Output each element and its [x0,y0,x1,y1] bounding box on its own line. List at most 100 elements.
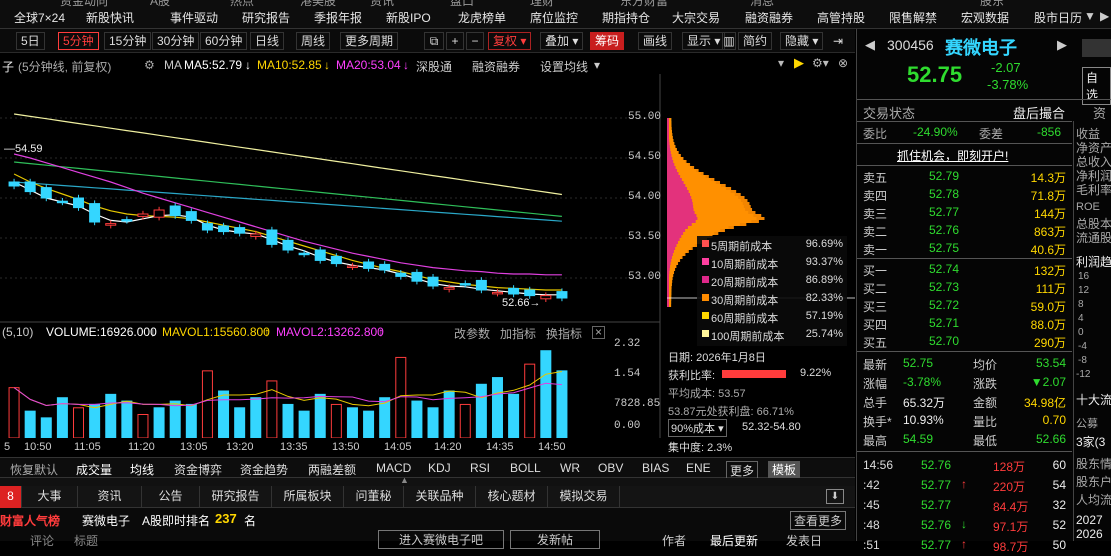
draw-line-button[interactable]: 画线 [638,32,673,50]
menu-partial-2[interactable]: 热点 [230,0,254,9]
tab-ene[interactable]: ENE [686,461,711,475]
zoom-out-icon[interactable]: − [466,32,484,50]
menu-partial-7[interactable]: 东方财富 [620,0,668,9]
zoom-in-icon[interactable]: + [446,32,464,50]
order-book-row[interactable]: 卖二 52.76 863万 [857,221,1072,239]
collapse-right-icon[interactable]: ⇥ [828,32,848,50]
cost-percent-select[interactable]: 90%成本 ▾ [668,419,727,437]
tab-obv[interactable]: OBV [598,461,623,475]
order-book-row[interactable]: 卖三 52.77 144万 [857,203,1072,221]
period-60min[interactable]: 60分钟 [200,32,248,50]
chip-legend-row[interactable]: 60周期前成本 57.19% [697,308,847,326]
news-tab-ask-secretary[interactable]: 问董秘 [344,486,404,508]
menu-futures-positions[interactable]: 期指持仓 [602,9,650,26]
link-shenzhen-connect[interactable]: 深股通 [416,58,452,75]
menu-partial-6[interactable]: 理财 [530,0,554,9]
order-book-row[interactable]: 卖四 52.78 71.8万 [857,185,1072,203]
menu-margin-trading[interactable]: 融资融券 [745,9,793,26]
menu-more-icon[interactable]: ▼ [1084,9,1096,23]
tab-bias[interactable]: BIAS [642,461,669,475]
copy-icon[interactable]: ⧉ [424,32,444,50]
overlay-button[interactable]: 叠加 ▾ [540,32,584,50]
news-tab-news[interactable]: 资讯 [78,486,142,508]
chips-button[interactable]: 筹码 [590,32,625,50]
news-tab-research[interactable]: 研究报告 [200,486,272,508]
menu-seat-monitor[interactable]: 席位监控 [530,9,578,26]
period-more[interactable]: 更多周期 [340,32,399,50]
menu-partial-1[interactable]: A股 [150,0,170,9]
view-more-button[interactable]: 查看更多 [790,511,847,530]
set-ma-dropdown-icon[interactable]: ▾ [594,58,600,72]
menu-partial-3[interactable]: 港美股 [300,0,336,9]
order-book-row[interactable]: 买三 52.72 59.0万 [857,296,1072,314]
chip-legend-row[interactable]: 100周期前成本 25.74% [697,326,847,344]
chip-menu-icon[interactable]: ▾ [778,56,784,70]
tab-reset-default[interactable]: 恢复默认 [10,461,58,478]
news-tab-simulate[interactable]: 模拟交易 [548,486,620,508]
open-account-promo[interactable]: 抓住机会，即刻开户! [897,147,1008,164]
chip-legend-row[interactable]: 10周期前成本 93.37% [697,254,847,272]
period-daily[interactable]: 日线 [250,32,285,50]
menu-event-driven[interactable]: 事件驱动 [170,9,218,26]
tab-fund-trend[interactable]: 资金趋势 [240,461,288,478]
adjust-button[interactable]: 复权 ▾ [488,32,532,50]
enter-forum-button[interactable]: 进入赛微电子吧 [378,530,505,549]
tab-margin-diff[interactable]: 两融差额 [308,461,356,478]
order-book-row[interactable]: 卖五 52.79 14.3万 [857,167,1072,185]
tab-wr[interactable]: WR [560,461,580,475]
order-book-row[interactable]: 买二 52.73 111万 [857,278,1072,296]
period-weekly[interactable]: 周线 [296,32,331,50]
menu-global-7x24[interactable]: 全球7×24 [14,9,65,26]
tab-kdj[interactable]: KDJ [428,461,451,475]
menu-block-trades[interactable]: 大宗交易 [672,9,720,26]
news-tab-themes[interactable]: 核心题材 [476,486,548,508]
menu-partial-9[interactable]: 股东 [980,0,1004,9]
chip-legend-row[interactable]: 30周期前成本 82.33% [697,290,847,308]
menu-research-reports[interactable]: 研究报告 [242,9,290,26]
hide-button[interactable]: 隐藏 ▾ [780,32,824,50]
menu-new-ipo[interactable]: 新股IPO [386,9,431,26]
order-book-row[interactable]: 买五 52.70 290万 [857,332,1072,350]
period-5day[interactable]: 5日 [16,32,45,50]
edit-params-link[interactable]: 改参数 [454,325,490,342]
chip-legend-row[interactable]: 5周期前成本 96.69% [697,236,847,254]
menu-stock-calendar[interactable]: 股市日历 [1034,9,1082,26]
period-15min[interactable]: 15分钟 [104,32,152,50]
menu-partial-5[interactable]: 盘口 [450,0,474,9]
splitter-arrow-icon[interactable]: ▲ [400,475,409,485]
menu-exec-holdings[interactable]: 高管持股 [817,9,865,26]
next-stock-icon[interactable]: ▶ [1057,37,1067,53]
tab-boll[interactable]: BOLL [510,461,541,475]
chip-close-icon[interactable]: ⊗ [838,56,848,70]
order-book-row[interactable]: 买四 52.71 88.0万 [857,314,1072,332]
menu-partial-8[interactable]: 消息 [750,0,774,9]
settings-gear-icon[interactable]: ⚙ [144,58,155,72]
tab-rsi[interactable]: RSI [470,461,490,475]
chip-settings-icon[interactable]: ⚙▾ [812,56,829,70]
link-set-ma[interactable]: 设置均线 [540,58,588,75]
order-book-row[interactable]: 买一 52.74 132万 [857,260,1072,278]
menu-quarterly-reports[interactable]: 季报年报 [314,9,362,26]
news-tab-announcements[interactable]: 公告 [142,486,200,508]
chip-legend-row[interactable]: 20周期前成本 86.89% [697,272,847,290]
tab-macd[interactable]: MACD [376,461,411,475]
tab-volume[interactable]: 成交量 [76,461,112,478]
menu-partial-0[interactable]: 资金动向 [60,0,108,9]
menu-macro-data[interactable]: 宏观数据 [961,9,1009,26]
switch-indicator-link[interactable]: 换指标 [546,325,582,342]
simple-mode-button[interactable]: 简约 [738,32,773,50]
add-indicator-link[interactable]: 加指标 [500,325,536,342]
display-button[interactable]: 显示 ▾ [682,32,726,50]
news-tab-events[interactable]: 大事 [22,486,78,508]
tab-ma[interactable]: 均线 [130,461,154,478]
link-margin[interactable]: 融资融券 [472,58,520,75]
splitter[interactable] [0,478,855,486]
chip-mode-icon[interactable]: ▶ [794,55,804,71]
tab-template[interactable]: 模板 [768,461,801,478]
period-30min[interactable]: 30分钟 [152,32,200,50]
menu-partial-4[interactable]: 资讯 [370,0,394,9]
period-5min[interactable]: 5分钟 [58,32,99,50]
tab-fund-game[interactable]: 资金博弈 [174,461,222,478]
menu-dragon-tiger[interactable]: 龙虎榜单 [458,9,506,26]
menu-ipo-news[interactable]: 新股快讯 [86,9,134,26]
